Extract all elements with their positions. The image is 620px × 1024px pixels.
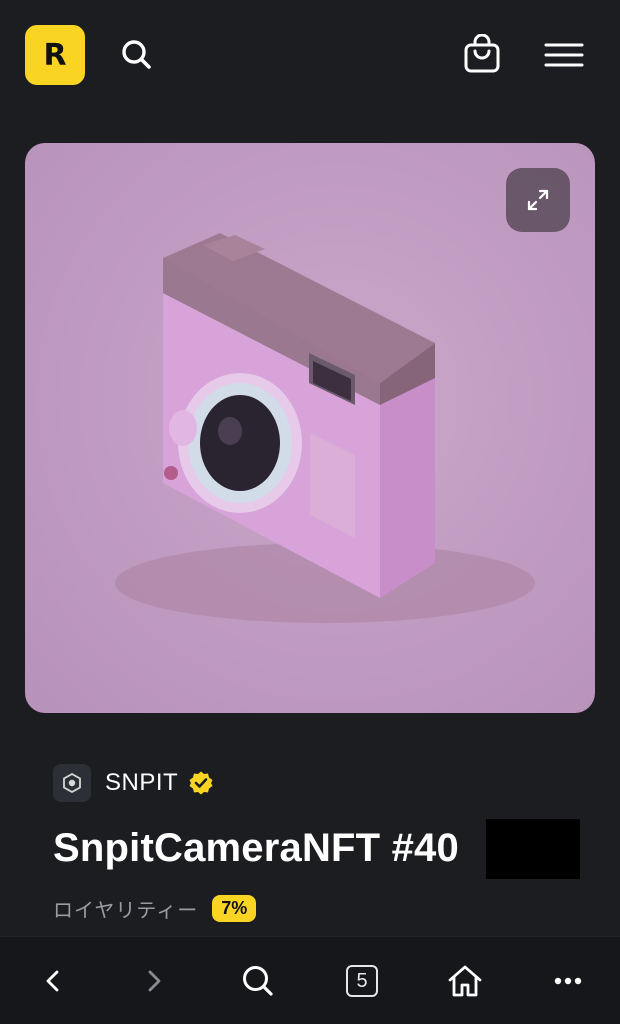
snpit-logo-icon	[63, 772, 81, 794]
camera-artwork-image	[115, 233, 535, 623]
forward-arrow-icon	[148, 970, 161, 992]
royalty-label: ロイヤリティー	[53, 899, 199, 922]
redacted-block	[486, 819, 580, 879]
creator-row[interactable]: SNPIT	[53, 763, 214, 803]
expand-icon	[527, 189, 549, 211]
brand-logo[interactable]: R	[25, 25, 85, 85]
cart-button[interactable]	[456, 28, 508, 80]
hamburger-menu-icon	[544, 43, 584, 67]
royalty-value-badge: 7%	[212, 894, 257, 922]
verified-badge-icon	[188, 770, 214, 796]
creator-avatar	[53, 764, 91, 802]
forward-button[interactable]	[128, 955, 180, 1007]
royalty-row: ロイヤリティー 7%	[53, 891, 257, 925]
shopping-bag-icon	[464, 34, 500, 73]
creator-name: SNPIT	[105, 769, 179, 796]
search-icon	[122, 40, 151, 69]
tabs-icon: 5	[346, 965, 378, 997]
browser-toolbar: 5	[0, 936, 620, 1024]
expand-button[interactable]	[506, 168, 570, 232]
logo-letter: R	[43, 37, 67, 73]
browser-search-button[interactable]	[232, 955, 284, 1007]
home-button[interactable]	[439, 955, 491, 1007]
search-icon	[243, 966, 273, 996]
back-arrow-icon	[46, 970, 59, 992]
home-icon	[448, 965, 482, 997]
nft-title: SnpitCameraNFT #40	[53, 826, 459, 870]
tab-count: 5	[356, 969, 368, 992]
search-button[interactable]	[112, 30, 162, 80]
top-header: R	[0, 0, 620, 110]
menu-button[interactable]	[538, 30, 590, 80]
tabs-button[interactable]: 5	[336, 955, 388, 1007]
nft-detail-page: R SNPIT SnpitCameraNFT #40 ロイヤリティー 7% 5	[0, 0, 620, 1024]
nft-image-card[interactable]	[25, 143, 595, 713]
more-options-button[interactable]	[542, 955, 594, 1007]
back-button[interactable]	[27, 955, 79, 1007]
more-icon	[554, 977, 582, 985]
